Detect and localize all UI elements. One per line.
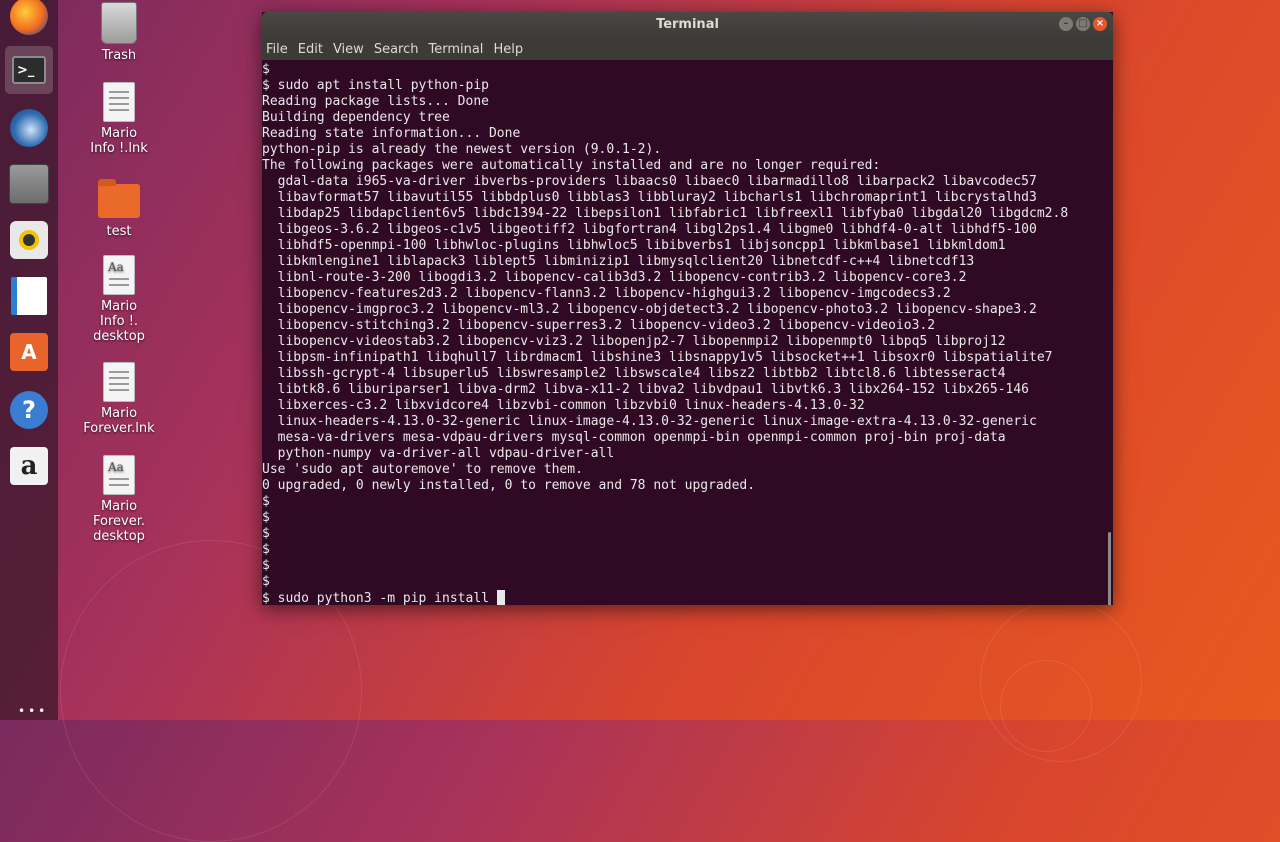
launcher-terminal[interactable]: >_ (5, 46, 53, 94)
desktop-icon-label: Trash (101, 48, 137, 63)
terminal-lines: $ $ sudo apt install python-pip Reading pa… (262, 62, 1113, 590)
terminal-line: The following packages were automaticall… (262, 158, 881, 173)
terminal-line: libxerces-c3.2 libxvidcore4 libzvbi-comm… (262, 398, 865, 413)
menu-help[interactable]: Help (493, 42, 523, 57)
terminal-line: Use 'sudo apt autoremove' to remove them… (262, 462, 583, 477)
folder-icon (98, 179, 140, 218)
menu-terminal[interactable]: Terminal (428, 42, 483, 57)
terminal-icon: >_ (12, 56, 46, 84)
launcher-rhythmbox[interactable] (5, 216, 53, 264)
desktop-icon-label: test (106, 224, 132, 239)
terminal-line: libopencv-stitching3.2 libopencv-superre… (262, 318, 936, 333)
writer-icon (11, 277, 47, 315)
desktop-icon-label: Mario Info !. desktop (93, 299, 145, 344)
desktop-icon-mario-forever-lnk[interactable]: Mario Forever.lnk (74, 362, 164, 436)
software-center-icon: A (10, 333, 48, 371)
close-button[interactable]: × (1093, 17, 1107, 31)
menu-file[interactable]: File (266, 42, 288, 57)
terminal-line: $ (262, 62, 270, 77)
terminal-line: libpsm-infinipath1 libqhull7 librdmacm1 … (262, 350, 1053, 365)
launcher-firefox[interactable] (5, 0, 53, 40)
terminal-line: libkmlengine1 liblapack3 liblept5 libmin… (262, 254, 975, 269)
menu-bar: File Edit View Search Terminal Help (262, 38, 1113, 60)
terminal-prompt-line[interactable]: $ sudo python3 -m pip install (262, 590, 1113, 605)
terminal-line: libnl-route-3-200 libogdi3.2 libopencv-c… (262, 270, 967, 285)
trash-icon (101, 2, 137, 44)
terminal-output[interactable]: $ $ sudo apt install python-pip Reading pa… (262, 60, 1113, 605)
terminal-line: linux-headers-4.13.0-32-generic linux-im… (262, 414, 1037, 429)
terminal-line: $ (262, 494, 270, 509)
document-icon (103, 362, 135, 402)
launcher-software-center[interactable]: A (5, 328, 53, 376)
launcher-files[interactable] (5, 160, 53, 208)
terminal-line: libavformat57 libavutil55 libbdplus0 lib… (262, 190, 1037, 205)
menu-view[interactable]: View (333, 42, 364, 57)
files-icon (9, 164, 49, 204)
terminal-line: python-numpy va-driver-all vdpau-driver-… (262, 446, 615, 461)
terminal-line: $ (262, 526, 270, 541)
window-title: Terminal (656, 17, 719, 32)
terminal-line: libssh-gcrypt-4 libsuperlu5 libswresampl… (262, 366, 1006, 381)
terminal-line: Reading package lists... Done (262, 94, 489, 109)
desktop-icon-label: Mario Forever. desktop (93, 499, 145, 544)
help-icon: ? (10, 391, 48, 429)
terminal-line: libhdf5-openmpi-100 libhwloc-plugins lib… (262, 238, 1006, 253)
desktop-icon-mario-info-desktop[interactable]: Aa Mario Info !. desktop (74, 255, 164, 344)
terminal-window[interactable]: Terminal – □ × File Edit View Search Ter… (262, 12, 1113, 605)
text-document-icon: Aa (103, 455, 135, 495)
launcher-amazon[interactable]: a (5, 442, 53, 490)
document-icon (103, 82, 135, 122)
terminal-line: gdal-data i965-va-driver ibverbs-provide… (262, 174, 1037, 189)
window-controls: – □ × (1059, 17, 1107, 31)
terminal-line: libopencv-imgproc3.2 libopencv-ml3.2 lib… (262, 302, 1037, 317)
terminal-line: libdap25 libdapclient6v5 libdc1394-22 li… (262, 206, 1069, 221)
scrollbar[interactable] (1108, 532, 1111, 605)
show-applications-button[interactable]: ••• (18, 704, 48, 718)
maximize-button[interactable]: □ (1076, 17, 1090, 31)
text-document-icon: Aa (103, 255, 135, 295)
rhythmbox-icon (10, 221, 48, 259)
terminal-line: Building dependency tree (262, 110, 450, 125)
terminal-line: python-pip is already the newest version… (262, 142, 662, 157)
terminal-line: $ (262, 558, 270, 573)
terminal-line: mesa-va-drivers mesa-vdpau-drivers mysql… (262, 430, 1006, 445)
desktop-icon-mario-forever-desktop[interactable]: Aa Mario Forever. desktop (74, 455, 164, 544)
terminal-line: Reading state information... Done (262, 126, 521, 141)
desktop-icon-label: Mario Info !.lnk (90, 126, 148, 156)
thunderbird-icon (10, 109, 48, 147)
desktop-icon-label: Mario Forever.lnk (83, 406, 155, 436)
terminal-line: $ (262, 574, 270, 589)
terminal-line: $ sudo apt install python-pip (262, 78, 489, 93)
terminal-line: libopencv-features2d3.2 libopencv-flann3… (262, 286, 951, 301)
background-circle (1000, 660, 1092, 752)
terminal-line: $ (262, 510, 270, 525)
window-titlebar[interactable]: Terminal – □ × (262, 12, 1113, 38)
menu-edit[interactable]: Edit (298, 42, 323, 57)
desktop-icon-test-folder[interactable]: test (74, 179, 164, 239)
terminal-line: $ (262, 542, 270, 557)
launcher-writer[interactable] (5, 272, 53, 320)
terminal-line: libgeos-3.6.2 libgeos-c1v5 libgeotiff2 l… (262, 222, 1037, 237)
firefox-icon (10, 0, 48, 35)
desktop-icon-trash[interactable]: Trash (74, 2, 164, 63)
terminal-line: 0 upgraded, 0 newly installed, 0 to remo… (262, 478, 756, 493)
minimize-button[interactable]: – (1059, 17, 1073, 31)
amazon-icon: a (10, 447, 48, 485)
text-cursor (496, 590, 505, 605)
launcher-help[interactable]: ? (5, 386, 53, 434)
launcher-thunderbird[interactable] (5, 104, 53, 152)
desktop-icon-mario-info-lnk[interactable]: Mario Info !.lnk (74, 82, 164, 156)
menu-search[interactable]: Search (374, 42, 419, 57)
terminal-line: libopencv-videostab3.2 libopencv-viz3.2 … (262, 334, 1006, 349)
launcher-dock: >_ A ? a ••• (0, 0, 58, 720)
terminal-line: libtk8.6 liburiparser1 libva-drm2 libva-… (262, 382, 1030, 397)
